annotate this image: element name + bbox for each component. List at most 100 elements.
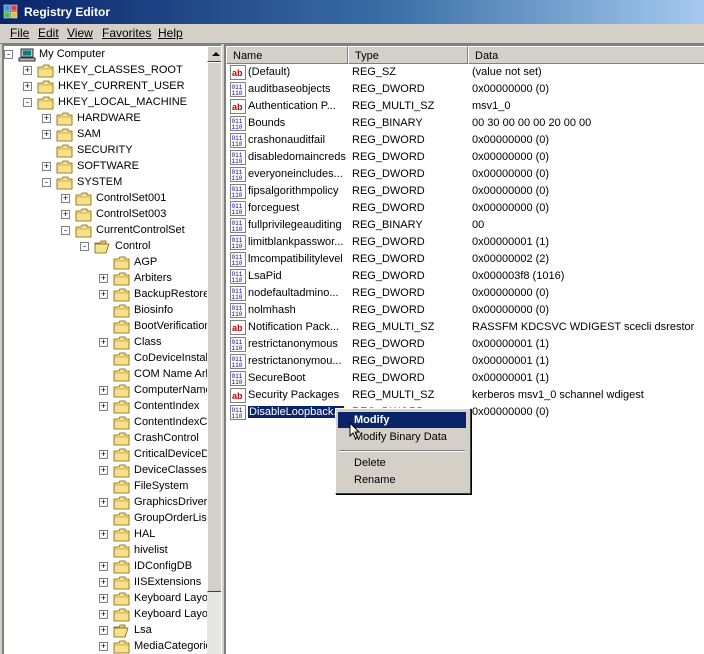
- tree-item-label: ContentIndex: [134, 400, 200, 412]
- value-type: REG_DWORD: [352, 134, 425, 146]
- expand-icon[interactable]: +: [61, 210, 70, 219]
- registry-value-row[interactable]: 011 110 fullprivilegeauditing REG_BINARY 00: [226, 217, 704, 234]
- expand-icon[interactable]: +: [42, 162, 51, 171]
- registry-value-row[interactable]: 011 110 limitblankpasswor... REG_DWORD 0x000…: [226, 234, 704, 251]
- collapse-icon[interactable]: -: [4, 50, 13, 59]
- expand-icon[interactable]: +: [99, 626, 108, 635]
- mouse-cursor-icon: [349, 422, 361, 440]
- registry-value-row[interactable]: 011 110 nodefaultadmino... REG_DWORD 0x00000…: [226, 285, 704, 302]
- registry-value-row[interactable]: 011 110 nolmhash REG_DWORD 0x00000000 (0): [226, 302, 704, 319]
- svg-text:110: 110: [232, 175, 243, 182]
- open-folder-icon: [113, 624, 131, 638]
- value-name: Notification Pack...: [248, 321, 340, 333]
- value-name: SecureBoot: [248, 372, 306, 384]
- expand-icon[interactable]: +: [23, 82, 32, 91]
- registry-value-row[interactable]: 011 110 SecureBoot REG_DWORD 0x00000001 (1): [226, 370, 704, 387]
- registry-value-row[interactable]: 011 110 disabledomaincreds REG_DWORD 0x00000…: [226, 149, 704, 166]
- registry-value-row[interactable]: 011 110 fipsalgorithmpolicy REG_DWORD 0x0000…: [226, 183, 704, 200]
- scroll-thumb[interactable]: [207, 62, 221, 592]
- svg-text:110: 110: [232, 226, 243, 233]
- menu-help[interactable]: Help: [155, 26, 186, 40]
- expand-icon[interactable]: +: [99, 562, 108, 571]
- registry-value-row[interactable]: 011 110 lmcompatibilitylevel REG_DWORD 0x000…: [226, 251, 704, 268]
- registry-value-row[interactable]: 011 110 LsaPid REG_DWORD 0x000003f8 (1016): [226, 268, 704, 285]
- value-name: everyoneincludes...: [248, 168, 343, 180]
- registry-value-row[interactable]: ab Authentication P... REG_MULTI_SZ msv1_0: [226, 98, 704, 115]
- expand-icon[interactable]: +: [23, 66, 32, 75]
- scroll-up-button[interactable]: [207, 46, 221, 62]
- value-name: auditbaseobjects: [248, 83, 331, 95]
- registry-value-row[interactable]: 011 110 crashonauditfail REG_DWORD 0x0000000…: [226, 132, 704, 149]
- tree-item-label: Control: [115, 240, 151, 252]
- collapse-icon[interactable]: -: [42, 178, 51, 187]
- menu-item-delete[interactable]: Delete: [338, 455, 466, 471]
- registry-value-row[interactable]: ab Security Packages REG_MULTI_SZ kerberos …: [226, 387, 704, 404]
- expand-icon[interactable]: +: [99, 386, 108, 395]
- folder-icon: [75, 208, 93, 222]
- value-data: msv1_0: [472, 100, 511, 112]
- column-header-name[interactable]: Name: [226, 46, 348, 64]
- tree-item-label: MediaCategories: [134, 640, 218, 652]
- expand-icon[interactable]: +: [99, 578, 108, 587]
- tree-item-label: HKEY_LOCAL_MACHINE: [58, 96, 187, 108]
- value-name: Security Packages: [248, 389, 340, 401]
- svg-text:110: 110: [232, 158, 243, 165]
- expand-icon[interactable]: +: [99, 642, 108, 651]
- tree-item-label: DeviceClasses: [134, 464, 207, 476]
- menu-favorites[interactable]: Favorites: [99, 26, 154, 40]
- expand-icon[interactable]: +: [99, 466, 108, 475]
- value-type: REG_DWORD: [352, 185, 425, 197]
- registry-value-row[interactable]: 011 110 everyoneincludes... REG_DWORD 0x0000…: [226, 166, 704, 183]
- expand-icon[interactable]: +: [99, 450, 108, 459]
- value-name: crashonauditfail: [248, 134, 326, 146]
- registry-value-row[interactable]: ab (Default) REG_SZ (value not set): [226, 64, 704, 81]
- registry-value-row[interactable]: 011 110 restrictanonymou... REG_DWORD 0x0000…: [226, 353, 704, 370]
- expand-icon[interactable]: +: [42, 114, 51, 123]
- value-type: REG_DWORD: [352, 151, 425, 163]
- value-data: 0x00000000 (0): [472, 287, 550, 299]
- registry-value-row[interactable]: 011 110 restrictanonymous REG_DWORD 0x000000…: [226, 336, 704, 353]
- expand-icon[interactable]: +: [99, 402, 108, 411]
- tree-vertical-scrollbar[interactable]: [207, 46, 221, 654]
- expand-icon[interactable]: +: [99, 290, 108, 299]
- tree-item-label: SAM: [77, 128, 101, 140]
- registry-value-row[interactable]: 011 110 Bounds REG_BINARY 00 30 00 00 00 20 …: [226, 115, 704, 132]
- expand-icon[interactable]: +: [99, 274, 108, 283]
- menu-edit[interactable]: Edit: [35, 26, 62, 40]
- up-arrow-icon: [212, 52, 220, 56]
- column-header-type[interactable]: Type: [348, 46, 468, 64]
- key-tree-pane[interactable]: - My Computer + HKEY_CLASSES_ROOT + HKEY_CURR…: [2, 44, 222, 654]
- folder-icon: [56, 112, 74, 126]
- expand-icon[interactable]: +: [99, 594, 108, 603]
- menu-item-rename[interactable]: Rename: [338, 472, 466, 488]
- svg-text:110: 110: [232, 260, 243, 267]
- value-data: 0x00000000 (0): [472, 134, 550, 146]
- collapse-icon[interactable]: -: [80, 242, 89, 251]
- folder-icon: [56, 144, 74, 158]
- value-type: REG_DWORD: [352, 372, 425, 384]
- folder-icon: [113, 352, 131, 366]
- svg-text:110: 110: [232, 413, 243, 420]
- expand-icon[interactable]: +: [42, 130, 51, 139]
- title-bar[interactable]: Registry Editor: [0, 0, 704, 24]
- expand-icon[interactable]: +: [99, 498, 108, 507]
- menu-file[interactable]: File: [7, 26, 32, 40]
- expand-icon[interactable]: +: [99, 530, 108, 539]
- value-name: restrictanonymou...: [248, 355, 342, 367]
- collapse-icon[interactable]: -: [23, 98, 32, 107]
- collapse-icon[interactable]: -: [61, 226, 70, 235]
- binary-value-icon: 011 110: [230, 167, 246, 182]
- tree-item-label: Keyboard Layout: [134, 592, 218, 604]
- registry-value-row[interactable]: 011 110 auditbaseobjects REG_DWORD 0x0000000…: [226, 81, 704, 98]
- value-type: REG_DWORD: [352, 202, 425, 214]
- menu-view[interactable]: View: [64, 26, 96, 40]
- column-header-data[interactable]: Data: [468, 46, 704, 64]
- tree-item-label: hivelist: [134, 544, 168, 556]
- expand-icon[interactable]: +: [99, 338, 108, 347]
- registry-value-row[interactable]: ab Notification Pack... REG_MULTI_SZ RASSFM…: [226, 319, 704, 336]
- expand-icon[interactable]: +: [61, 194, 70, 203]
- expand-icon[interactable]: +: [99, 610, 108, 619]
- values-list-pane[interactable]: Name Type Data ab (Default) REG_SZ (value n…: [224, 44, 704, 654]
- folder-icon: [113, 400, 131, 414]
- registry-value-row[interactable]: 011 110 forceguest REG_DWORD 0x00000000 (0): [226, 200, 704, 217]
